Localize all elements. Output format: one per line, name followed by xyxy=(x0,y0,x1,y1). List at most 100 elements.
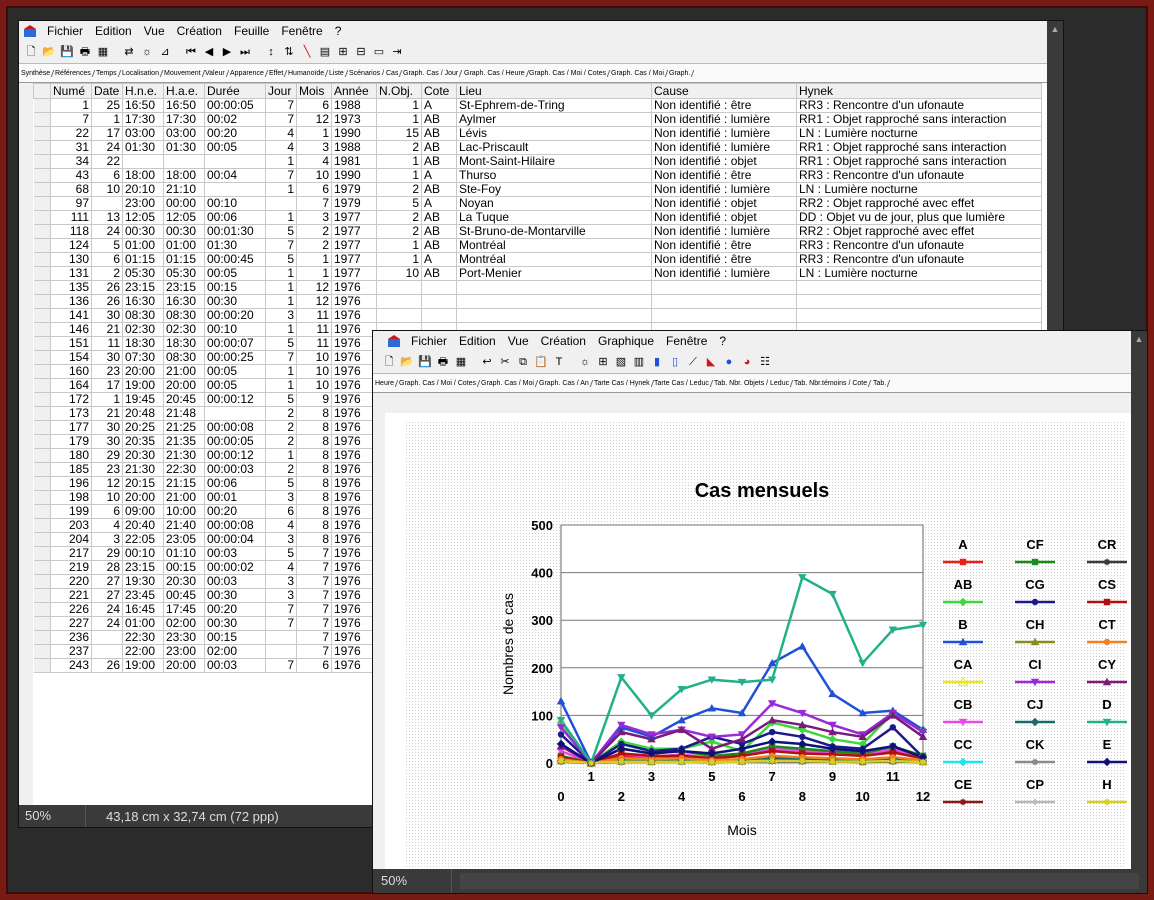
table-cell[interactable] xyxy=(91,196,123,211)
table-cell[interactable]: 1976 xyxy=(331,476,377,491)
table-cell[interactable]: 26 xyxy=(91,294,123,309)
next-record-icon[interactable]: ▶ xyxy=(219,44,235,60)
table-cell[interactable]: 3 xyxy=(265,308,297,323)
table-cell[interactable]: 20:00 xyxy=(122,490,164,505)
scroll-up-icon[interactable]: ▲ xyxy=(1131,331,1147,347)
table-cell[interactable]: 7 xyxy=(296,616,332,631)
table-cell[interactable] xyxy=(204,182,266,197)
table-cell[interactable]: 00:30 xyxy=(204,588,266,603)
table-cell[interactable]: A xyxy=(421,98,457,113)
table-cell[interactable]: 1979 xyxy=(331,196,377,211)
table-cell[interactable]: 00:30 xyxy=(204,294,266,309)
table-cell[interactable]: 1977 xyxy=(331,252,377,267)
table-cell[interactable]: 1976 xyxy=(331,518,377,533)
table-cell[interactable]: 27 xyxy=(91,574,123,589)
row-selector[interactable] xyxy=(33,322,51,337)
row-selector[interactable] xyxy=(33,154,51,169)
row-selector[interactable] xyxy=(33,616,51,631)
row-selector[interactable] xyxy=(33,532,51,547)
table-cell[interactable]: RR1 : Objet rapproché sans interaction xyxy=(796,140,1042,155)
table-cell[interactable]: 24 xyxy=(91,616,123,631)
table-cell[interactable]: 02:30 xyxy=(122,322,164,337)
table-cell[interactable]: 22:00 xyxy=(122,644,164,659)
table-cell[interactable]: 01:15 xyxy=(122,252,164,267)
table-cell[interactable]: 198 xyxy=(50,490,92,505)
table-cell[interactable]: 2 xyxy=(296,224,332,239)
table-cell[interactable]: 1976 xyxy=(331,294,377,309)
table-cell[interactable] xyxy=(421,294,457,309)
table-cell[interactable]: 146 xyxy=(50,322,92,337)
table-cell[interactable]: 7 xyxy=(265,602,297,617)
table-cell[interactable]: 00:06 xyxy=(204,476,266,491)
table-cell[interactable]: 00:10 xyxy=(204,322,266,337)
table-cell[interactable]: 8 xyxy=(296,532,332,547)
table-cell[interactable]: 20:30 xyxy=(163,574,205,589)
table-cell[interactable]: 16:45 xyxy=(122,602,164,617)
table-cell[interactable]: 130 xyxy=(50,252,92,267)
table-cell[interactable]: 7 xyxy=(265,658,297,673)
table-cell[interactable]: 16:30 xyxy=(122,294,164,309)
tab[interactable]: Références xyxy=(51,69,96,77)
chart-icon[interactable]: ⊿ xyxy=(157,44,173,60)
table-cell[interactable] xyxy=(421,308,457,323)
table-cell[interactable]: 30 xyxy=(91,308,123,323)
table-cell[interactable]: 10:00 xyxy=(163,504,205,519)
tab[interactable]: Graph. Cas / Moi xyxy=(608,69,669,77)
table-cell[interactable]: 4 xyxy=(265,126,297,141)
table-cell[interactable]: Ste-Foy xyxy=(456,182,652,197)
table-cell[interactable]: 23:30 xyxy=(163,630,205,645)
table-cell[interactable]: 1 xyxy=(296,266,332,281)
filter-icon[interactable]: ☼ xyxy=(577,354,593,370)
table-cell[interactable]: 1 xyxy=(296,126,332,141)
row-selector[interactable] xyxy=(33,644,51,659)
copy-icon[interactable]: ⧉ xyxy=(515,354,531,370)
table-cell[interactable]: 7 xyxy=(265,616,297,631)
table-cell[interactable]: 164 xyxy=(50,378,92,393)
tab[interactable]: Tarte Cas / Leduc xyxy=(651,379,714,387)
previous-record-icon[interactable]: ◀ xyxy=(201,44,217,60)
table-cell[interactable]: 154 xyxy=(50,350,92,365)
tab[interactable]: Graph. Cas / An xyxy=(535,379,594,387)
table-cell[interactable]: 173 xyxy=(50,406,92,421)
table-cell[interactable]: 8 xyxy=(296,462,332,477)
row-selector[interactable] xyxy=(33,112,51,127)
table-row[interactable]: 7 1 17:30 17:30 00:02 7 12 1973 1 AB Aylmer Non ide… xyxy=(33,112,1042,127)
table-cell[interactable]: 08:30 xyxy=(122,308,164,323)
table-cell[interactable]: 28 xyxy=(91,560,123,575)
calendar-icon[interactable]: ▤ xyxy=(317,44,333,60)
table-cell[interactable]: 131 xyxy=(50,266,92,281)
table-cell[interactable]: St-Ephrem-de-Tring xyxy=(456,98,652,113)
table-cell[interactable]: 11 xyxy=(296,336,332,351)
table-cell[interactable]: 8 xyxy=(296,448,332,463)
table-cell[interactable]: Montréal xyxy=(456,238,652,253)
table-cell[interactable]: 97 xyxy=(50,196,92,211)
table-cell[interactable]: 20:45 xyxy=(163,392,205,407)
table-cell[interactable]: A xyxy=(421,196,457,211)
table-cell[interactable]: 1990 xyxy=(331,168,377,183)
table-cell[interactable]: Lac-Priscault xyxy=(456,140,652,155)
table-cell[interactable]: 22:05 xyxy=(122,532,164,547)
table-cell[interactable]: Lévis xyxy=(456,126,652,141)
row-selector[interactable] xyxy=(33,462,51,477)
tab[interactable]: Graph. Cas / Jour xyxy=(400,69,463,77)
table-cell[interactable]: 00:00:08 xyxy=(204,518,266,533)
tab[interactable]: Synthèse xyxy=(19,69,55,77)
table-cell[interactable]: 3 xyxy=(265,490,297,505)
table-cell[interactable]: 02:00 xyxy=(163,616,205,631)
table-cell[interactable]: 02:30 xyxy=(163,322,205,337)
table-cell[interactable]: 29 xyxy=(91,546,123,561)
vertical-scrollbar[interactable]: ▲ xyxy=(1131,331,1147,871)
table-cell[interactable]: 05:30 xyxy=(163,266,205,281)
table-cell[interactable]: 00:05 xyxy=(204,364,266,379)
table-cell[interactable]: 23:45 xyxy=(122,588,164,603)
table-cell[interactable]: 20:48 xyxy=(122,406,164,421)
table-cell[interactable]: AB xyxy=(421,210,457,225)
table-cell[interactable]: 220 xyxy=(50,574,92,589)
tab[interactable]: Graph. Cas / Moi xyxy=(477,379,539,387)
table-cell[interactable]: 1976 xyxy=(331,392,377,407)
row-selector[interactable] xyxy=(33,420,51,435)
tab[interactable]: Graph. Cas / Heure xyxy=(460,69,529,77)
table-cell[interactable]: 19:00 xyxy=(122,378,164,393)
table-cell[interactable]: 20:30 xyxy=(122,448,164,463)
table-cell[interactable]: 7 xyxy=(296,196,332,211)
